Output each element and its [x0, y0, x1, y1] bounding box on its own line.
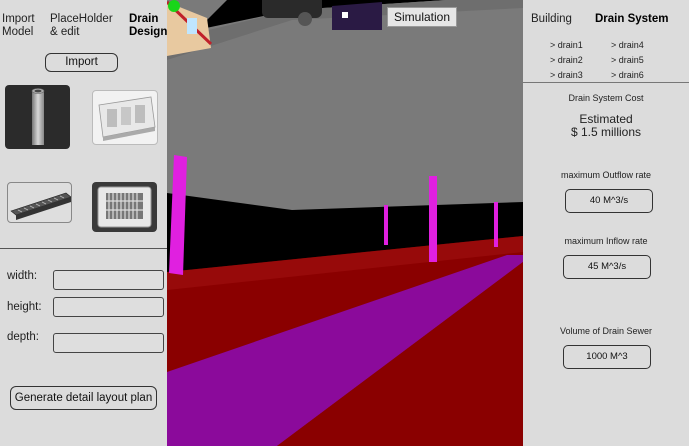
pipe-column	[494, 202, 498, 247]
inflow-label: maximum Inflow rate	[564, 236, 648, 246]
vehicle-wheel	[298, 12, 312, 26]
grate-drain-thumbnail[interactable]	[92, 182, 157, 232]
width-label: width:	[7, 270, 38, 282]
pipe-column	[384, 205, 388, 245]
tab-label: & edit	[50, 26, 80, 38]
estimated-label: Estimated	[579, 112, 633, 126]
building-window	[187, 18, 197, 34]
tab-label: Drain	[129, 13, 159, 25]
depth-label: depth:	[7, 331, 39, 343]
tab-drain-system[interactable]: Drain System	[595, 13, 669, 25]
channel-drain-icon	[10, 192, 71, 220]
tab-label: PlaceHolder	[50, 13, 113, 25]
drain-item-2[interactable]: > drain2	[550, 55, 583, 65]
volume-label: Volume of Drain Sewer	[559, 326, 653, 336]
cost-title: Drain System Cost	[568, 93, 644, 103]
width-input[interactable]	[53, 270, 164, 290]
pipe-model-thumbnail[interactable]	[5, 85, 70, 149]
import-button[interactable]: Import	[45, 53, 118, 72]
tab-label: Import	[2, 13, 35, 25]
tab-label: Model	[2, 26, 34, 38]
height-input[interactable]	[53, 297, 164, 317]
scene-render	[167, 0, 523, 446]
inflow-value-field[interactable]: 45 M^3/s	[563, 255, 651, 279]
drain-item-6[interactable]: > drain6	[611, 70, 644, 80]
left-panel: Import Model PlaceHolder & edit Drain De…	[0, 0, 167, 446]
height-label: height:	[7, 301, 42, 313]
3d-viewport[interactable]: Simulation	[167, 0, 523, 446]
tab-import-model[interactable]: Import Model	[2, 13, 35, 39]
right-panel: Building Drain System > drain1 > drain4 …	[523, 0, 689, 446]
estimated-cost-value: $ 1.5 millions	[570, 125, 642, 139]
tab-label: Design	[129, 26, 168, 38]
pipe-icon	[31, 88, 45, 145]
depth-input[interactable]	[53, 333, 164, 353]
tab-placeholder-edit[interactable]: PlaceHolder & edit	[50, 13, 113, 39]
simulation-button[interactable]: Simulation	[387, 7, 457, 27]
outflow-value-field[interactable]: 40 M^3/s	[565, 189, 653, 213]
pipe-column	[429, 176, 437, 262]
tree	[168, 0, 180, 12]
vehicle-light	[342, 12, 348, 18]
generate-layout-button[interactable]: Generate detail layout plan	[10, 386, 157, 410]
vehicle	[262, 0, 322, 18]
culvert-icon	[98, 96, 156, 141]
drain-item-3[interactable]: > drain3	[550, 70, 583, 80]
drain-item-5[interactable]: > drain5	[611, 55, 644, 65]
drain-item-1[interactable]: > drain1	[550, 40, 583, 50]
channel-drain-thumbnail[interactable]	[7, 182, 72, 223]
drain-item-4[interactable]: > drain4	[611, 40, 644, 50]
panel-divider	[0, 248, 167, 249]
vehicle-purple	[332, 2, 382, 30]
panel-divider	[523, 82, 689, 83]
grate-icon	[97, 186, 152, 228]
culvert-model-thumbnail[interactable]	[92, 90, 158, 145]
volume-value-field[interactable]: 1000 M^3	[563, 345, 651, 369]
tab-drain-design[interactable]: Drain Design	[129, 13, 167, 39]
outflow-label: maximum Outflow rate	[560, 170, 652, 180]
tab-building[interactable]: Building	[531, 13, 572, 25]
